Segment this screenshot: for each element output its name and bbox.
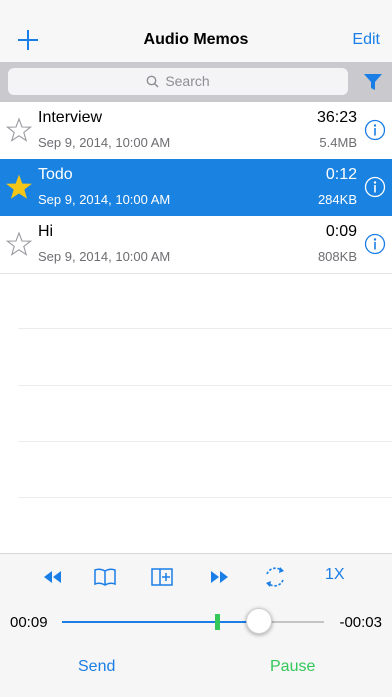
empty-row-separator	[18, 385, 392, 386]
memo-date: Sep 9, 2014, 10:00 AM	[38, 135, 171, 150]
empty-row-separator	[18, 441, 392, 442]
progress-slider[interactable]	[62, 608, 324, 634]
memo-title: Todo	[38, 166, 73, 183]
memo-title: Interview	[38, 109, 103, 126]
bookmarks-icon[interactable]	[92, 564, 118, 590]
star-icon[interactable]	[6, 231, 32, 257]
progress-fill	[62, 621, 259, 623]
memo-duration: 0:09	[325, 223, 357, 240]
empty-row-separator	[18, 328, 392, 329]
search-input[interactable]: Search	[8, 68, 348, 95]
memo-size: 5.4MB	[319, 135, 357, 150]
memo-duration: 0:12	[325, 166, 357, 183]
star-filled-icon[interactable]	[6, 174, 32, 200]
memo-date: Sep 9, 2014, 10:00 AM	[38, 249, 171, 264]
memo-size: 808KB	[317, 249, 357, 264]
send-button[interactable]: Send	[78, 658, 115, 676]
bookmark-marker[interactable]	[214, 614, 220, 630]
navigation-bar: Audio Memos Edit	[0, 0, 392, 62]
elapsed-time: 00:09	[10, 614, 48, 631]
repeat-icon[interactable]	[262, 564, 288, 590]
player-panel: 1X 00:09 -00:03 Send Pause	[0, 553, 392, 697]
fast-forward-icon[interactable]	[206, 564, 232, 590]
memo-title: Hi	[38, 223, 54, 240]
memo-row[interactable]: Todo Sep 9, 2014, 10:00 AM 0:12 284KB	[0, 159, 392, 217]
star-icon[interactable]	[6, 117, 32, 143]
info-icon[interactable]	[364, 176, 386, 198]
empty-row-separator	[18, 497, 392, 498]
pause-button[interactable]: Pause	[270, 658, 315, 676]
search-icon	[146, 75, 159, 88]
filter-icon[interactable]	[362, 71, 384, 93]
edit-button[interactable]: Edit	[352, 31, 380, 49]
memo-date: Sep 9, 2014, 10:00 AM	[38, 192, 171, 207]
search-placeholder: Search	[165, 73, 210, 89]
search-bar: Search	[0, 62, 392, 102]
memo-row[interactable]: Interview Sep 9, 2014, 10:00 AM 36:23 5.4MB	[0, 102, 392, 160]
slider-thumb[interactable]	[245, 608, 272, 634]
info-icon[interactable]	[364, 119, 386, 141]
add-bookmark-icon[interactable]	[149, 564, 175, 590]
page-title: Audio Memos	[143, 31, 249, 48]
memo-duration: 36:23	[316, 109, 357, 126]
memo-row[interactable]: Hi Sep 9, 2014, 10:00 AM 0:09 808KB	[0, 216, 392, 274]
playback-speed-button[interactable]: 1X	[325, 566, 345, 584]
info-icon[interactable]	[364, 233, 386, 255]
memo-size: 284KB	[317, 192, 357, 207]
rewind-icon[interactable]	[40, 564, 66, 590]
remaining-time: -00:03	[339, 614, 382, 631]
